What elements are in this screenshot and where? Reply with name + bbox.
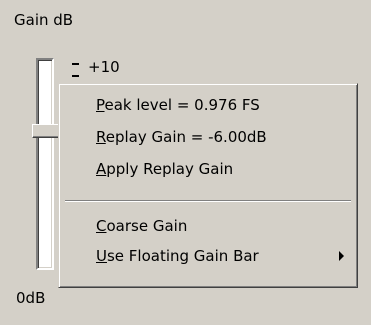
menu-item-label: oarse Gain bbox=[106, 217, 188, 235]
gain-slider-track[interactable] bbox=[36, 58, 54, 270]
scale-tick-top bbox=[72, 63, 79, 65]
gain-slider-thumb[interactable] bbox=[32, 124, 60, 138]
mnemonic: U bbox=[96, 247, 107, 265]
mnemonic: A bbox=[96, 160, 107, 178]
triangle-right-icon bbox=[339, 251, 344, 261]
scale-bottom-label: 0dB bbox=[16, 289, 46, 307]
menu-item-label: eak level = 0.976 FS bbox=[104, 96, 260, 114]
menu-item-label: eplay Gain = -6.00dB bbox=[105, 128, 267, 146]
mnemonic: R bbox=[96, 128, 106, 146]
mnemonic: C bbox=[96, 217, 107, 235]
menu-item-use-floating-gain-bar[interactable]: Use Floating Gain Bar bbox=[62, 241, 354, 271]
menu-item-label: se Floating Gain Bar bbox=[106, 247, 259, 265]
context-menu: Peak level = 0.976 FS Replay Gain = -6.0… bbox=[58, 83, 358, 288]
menu-item-label: pply Replay Gain bbox=[106, 160, 234, 178]
menu-item-apply-replay-gain[interactable]: Apply Replay Gain bbox=[62, 154, 354, 184]
scale-top-label: +10 bbox=[88, 58, 120, 76]
gain-db-label: Gain dB bbox=[14, 11, 74, 29]
menu-separator bbox=[65, 200, 351, 202]
menu-item-peak-level[interactable]: Peak level = 0.976 FS bbox=[62, 90, 354, 120]
menu-item-replay-gain[interactable]: Replay Gain = -6.00dB bbox=[62, 122, 354, 152]
menu-item-coarse-gain[interactable]: Coarse Gain bbox=[62, 211, 354, 241]
scale-tick bbox=[72, 75, 79, 77]
mnemonic: P bbox=[96, 96, 105, 114]
